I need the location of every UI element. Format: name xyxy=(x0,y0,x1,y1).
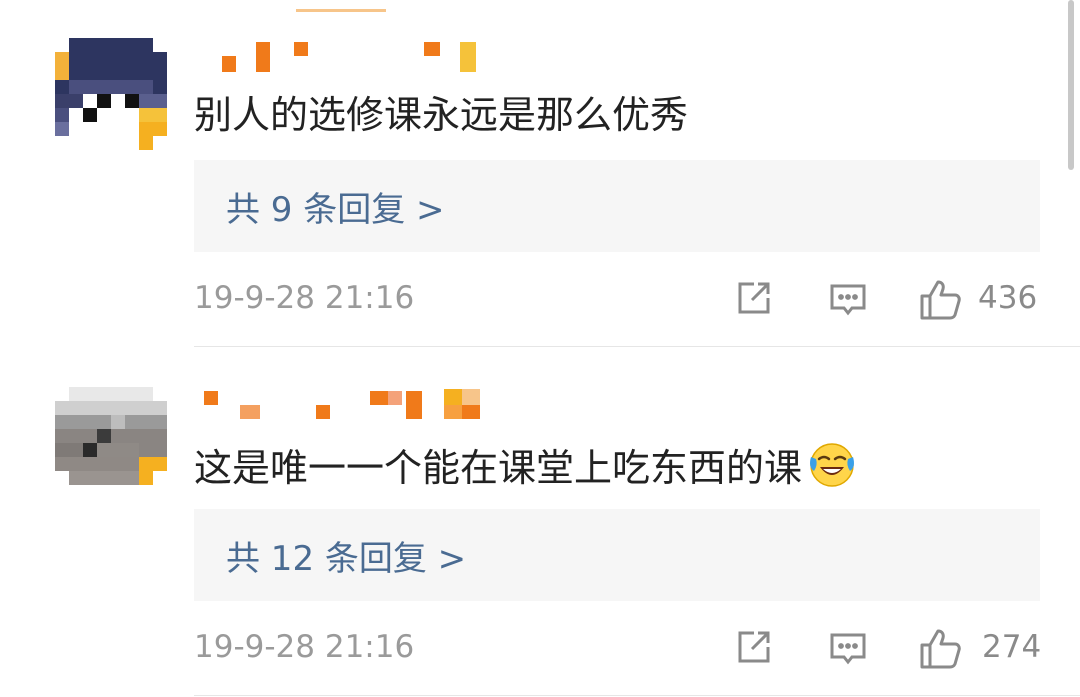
avatar[interactable] xyxy=(55,38,167,150)
avatar[interactable] xyxy=(55,387,167,499)
reply-box[interactable]: 共 9 条回复 > xyxy=(194,160,1040,252)
view-replies-link[interactable]: 共 9 条回复 > xyxy=(226,182,445,231)
like-count: 274 xyxy=(982,629,1042,665)
timestamp: 19-9-28 21:16 xyxy=(194,629,415,665)
comment-meta: 19-9-28 21:16 436 xyxy=(194,278,1040,324)
comment-icon[interactable] xyxy=(828,627,868,667)
comment-meta: 19-9-28 21:16 274 xyxy=(194,627,1042,673)
comment-text: 别人的选修课永远是那么优秀 xyxy=(194,93,689,137)
comment-text-content: 这是唯一一个能在课堂上吃东西的课 xyxy=(194,446,803,490)
thumbs-up-icon[interactable] xyxy=(918,278,962,322)
share-icon[interactable] xyxy=(734,278,774,318)
divider xyxy=(194,695,1080,696)
like-count: 436 xyxy=(978,280,1038,316)
share-icon[interactable] xyxy=(734,627,774,667)
comment-icon[interactable] xyxy=(828,278,868,318)
reply-box[interactable]: 共 12 条回复 > xyxy=(194,509,1040,601)
comment-text: 这是唯一一个能在课堂上吃东西的课 xyxy=(194,441,856,499)
comment-item: 别人的选修课永远是那么优秀 共 9 条回复 > 19-9-28 21:16 43… xyxy=(0,0,1080,345)
username-pixelated[interactable] xyxy=(194,38,494,82)
comment-item: 这是唯一一个能在课堂上吃东西的课 共 12 条回复 > 19-9-28 21:1… xyxy=(0,347,1080,697)
thumbs-up-icon[interactable] xyxy=(918,627,962,671)
username-pixelated[interactable] xyxy=(194,385,494,429)
view-replies-link[interactable]: 共 12 条回复 > xyxy=(226,531,466,580)
laughing-crying-emoji-icon xyxy=(808,441,856,499)
timestamp: 19-9-28 21:16 xyxy=(194,280,415,316)
